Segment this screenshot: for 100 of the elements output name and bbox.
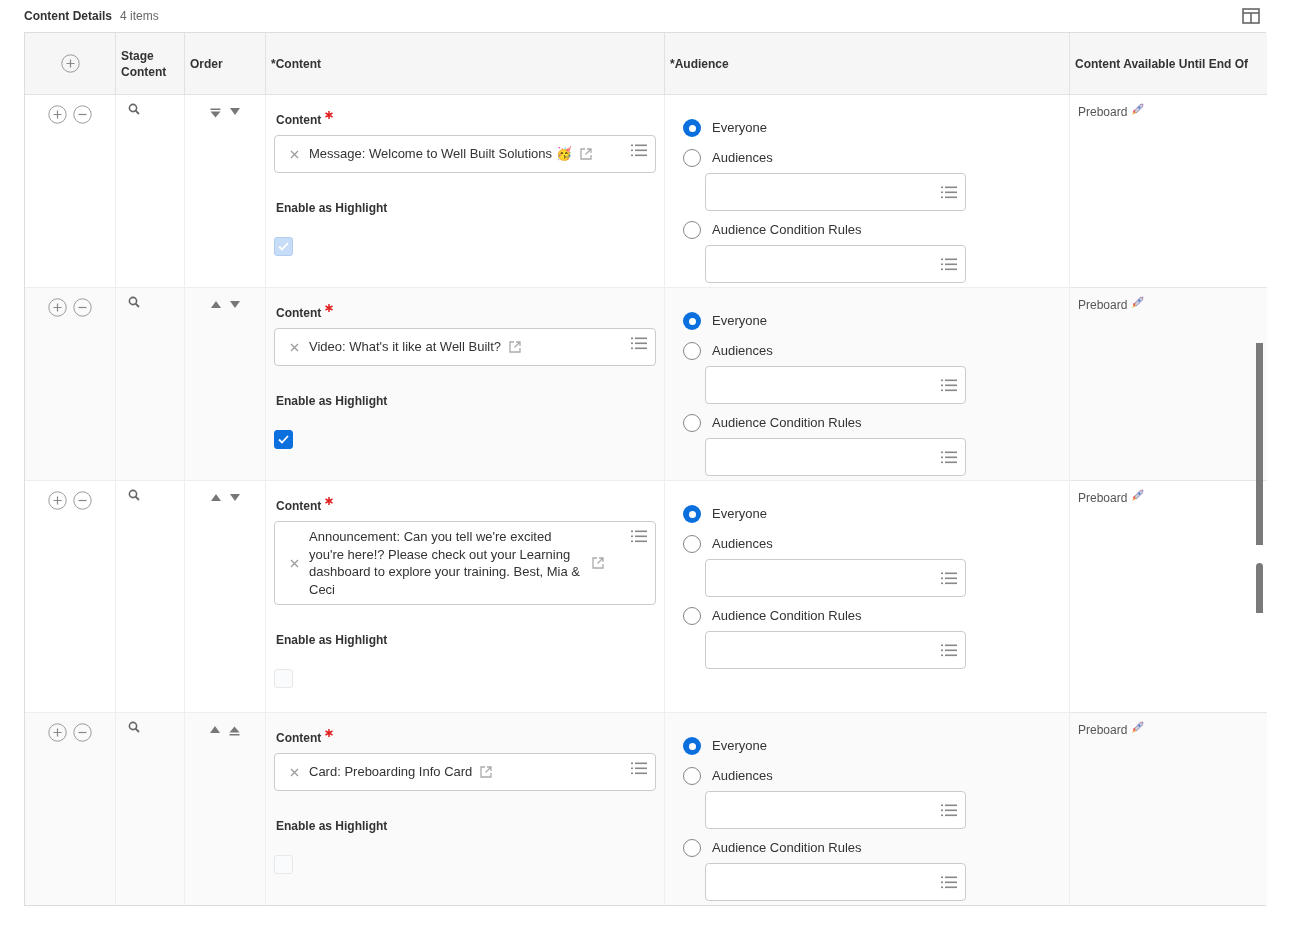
list-icon[interactable] xyxy=(941,571,957,585)
radio-button[interactable] xyxy=(683,221,701,239)
layout-icon[interactable] xyxy=(1242,8,1260,24)
availability-value: Preboard xyxy=(1078,490,1128,507)
radio-button[interactable] xyxy=(683,839,701,857)
content-value: Announcement: Can you tell we're excited you're here!? Please check out your Learning dashboard to explore your training. Best, Mia & Ceci xyxy=(309,528,581,598)
clear-icon[interactable] xyxy=(290,342,299,352)
list-icon[interactable] xyxy=(631,530,647,543)
clear-icon[interactable] xyxy=(290,767,299,777)
rocket-icon xyxy=(1131,296,1145,309)
move-to-bottom-icon[interactable] xyxy=(210,108,221,118)
availability-value: Preboard xyxy=(1078,297,1128,314)
list-icon[interactable] xyxy=(941,185,957,199)
highlight-checkbox[interactable] xyxy=(274,430,293,449)
audience-field[interactable] xyxy=(705,791,966,829)
radio-button[interactable] xyxy=(683,312,701,330)
list-icon[interactable] xyxy=(941,875,957,889)
scrollbar-thumb[interactable] xyxy=(1256,563,1263,613)
move-down-icon[interactable] xyxy=(229,494,240,501)
search-icon[interactable] xyxy=(128,103,140,115)
rocket-icon xyxy=(1131,489,1145,502)
move-up-icon[interactable] xyxy=(210,726,220,733)
radio-button[interactable] xyxy=(683,737,701,755)
add-icon[interactable] xyxy=(48,298,67,317)
content-field[interactable]: Announcement: Can you tell we're excited you're here!? Please check out your Learning dashboard to explore your training. Best, Mia & Ceci xyxy=(274,521,656,605)
external-link-icon[interactable] xyxy=(592,557,604,569)
radio-button[interactable] xyxy=(683,505,701,523)
field-label: Enable as Highlight xyxy=(275,393,389,410)
list-icon[interactable] xyxy=(941,643,957,657)
remove-icon[interactable] xyxy=(73,491,92,510)
radio-label: Audiences xyxy=(712,767,773,786)
content-field[interactable]: Card: Preboarding Info Card xyxy=(274,753,656,791)
remove-icon[interactable] xyxy=(73,105,92,124)
search-icon[interactable] xyxy=(128,721,140,733)
radio-button[interactable] xyxy=(683,535,701,553)
content-field[interactable]: Message: Welcome to Well Built Solutions 🥳 xyxy=(274,135,656,173)
column-header: Order xyxy=(190,55,223,72)
radio-button[interactable] xyxy=(683,767,701,785)
audience-field[interactable] xyxy=(705,631,966,669)
section-title: Content Details xyxy=(24,8,112,25)
scrollbar-thumb[interactable] xyxy=(1256,343,1263,545)
add-icon[interactable] xyxy=(60,54,80,73)
external-link-icon[interactable] xyxy=(509,341,522,353)
audience-field[interactable] xyxy=(705,438,966,476)
move-down-icon[interactable] xyxy=(229,301,240,308)
list-icon[interactable] xyxy=(631,762,647,775)
column-header: *Content xyxy=(271,55,321,72)
clear-icon[interactable] xyxy=(290,149,299,159)
list-icon[interactable] xyxy=(941,450,957,464)
add-icon[interactable] xyxy=(48,105,67,124)
checkmark-icon xyxy=(278,435,289,444)
availability-value: Preboard xyxy=(1078,104,1128,121)
radio-label: Audiences xyxy=(712,342,773,361)
column-header: *Audience xyxy=(670,55,729,72)
clear-icon[interactable] xyxy=(290,558,299,568)
availability-value: Preboard xyxy=(1078,722,1128,739)
field-label: Enable as Highlight xyxy=(275,632,389,649)
list-icon[interactable] xyxy=(941,803,957,817)
move-up-icon[interactable] xyxy=(210,301,221,308)
required-icon xyxy=(325,111,334,119)
remove-icon[interactable] xyxy=(73,723,92,742)
add-icon[interactable] xyxy=(48,491,67,510)
search-icon[interactable] xyxy=(128,489,140,501)
add-icon[interactable] xyxy=(48,723,67,742)
required-icon xyxy=(325,497,334,505)
checkmark-icon xyxy=(278,242,289,251)
search-icon[interactable] xyxy=(128,296,140,308)
list-icon[interactable] xyxy=(631,337,647,350)
content-field[interactable]: Video: What's it like at Well Built? xyxy=(274,328,656,366)
audience-field[interactable] xyxy=(705,173,966,211)
item-count: 4 items xyxy=(120,8,159,25)
external-link-icon[interactable] xyxy=(480,766,493,778)
audience-field[interactable] xyxy=(705,245,966,283)
radio-label: Everyone xyxy=(712,737,767,756)
column-header: Stage Content xyxy=(121,47,168,80)
audience-field[interactable] xyxy=(705,863,966,901)
audience-field[interactable] xyxy=(705,559,966,597)
radio-label: Everyone xyxy=(712,119,767,138)
radio-label: Audience Condition Rules xyxy=(712,221,862,240)
remove-icon[interactable] xyxy=(73,298,92,317)
move-down-icon[interactable] xyxy=(230,108,240,115)
radio-button[interactable] xyxy=(683,607,701,625)
radio-button[interactable] xyxy=(683,342,701,360)
audience-field[interactable] xyxy=(705,366,966,404)
radio-button[interactable] xyxy=(683,149,701,167)
move-up-icon[interactable] xyxy=(210,494,221,501)
radio-button[interactable] xyxy=(683,414,701,432)
radio-label: Audiences xyxy=(712,149,773,168)
external-link-icon[interactable] xyxy=(579,148,592,160)
field-label: Content xyxy=(276,112,322,129)
radio-label: Audience Condition Rules xyxy=(712,839,862,858)
field-label: Content xyxy=(276,730,322,747)
list-icon[interactable] xyxy=(631,144,647,157)
field-label: Enable as Highlight xyxy=(275,200,389,217)
list-icon[interactable] xyxy=(941,378,957,392)
move-to-top-icon[interactable] xyxy=(229,726,240,736)
content-value: Video: What's it like at Well Built? xyxy=(309,338,502,356)
required-icon xyxy=(325,304,334,312)
list-icon[interactable] xyxy=(941,257,957,271)
radio-button[interactable] xyxy=(683,119,701,137)
